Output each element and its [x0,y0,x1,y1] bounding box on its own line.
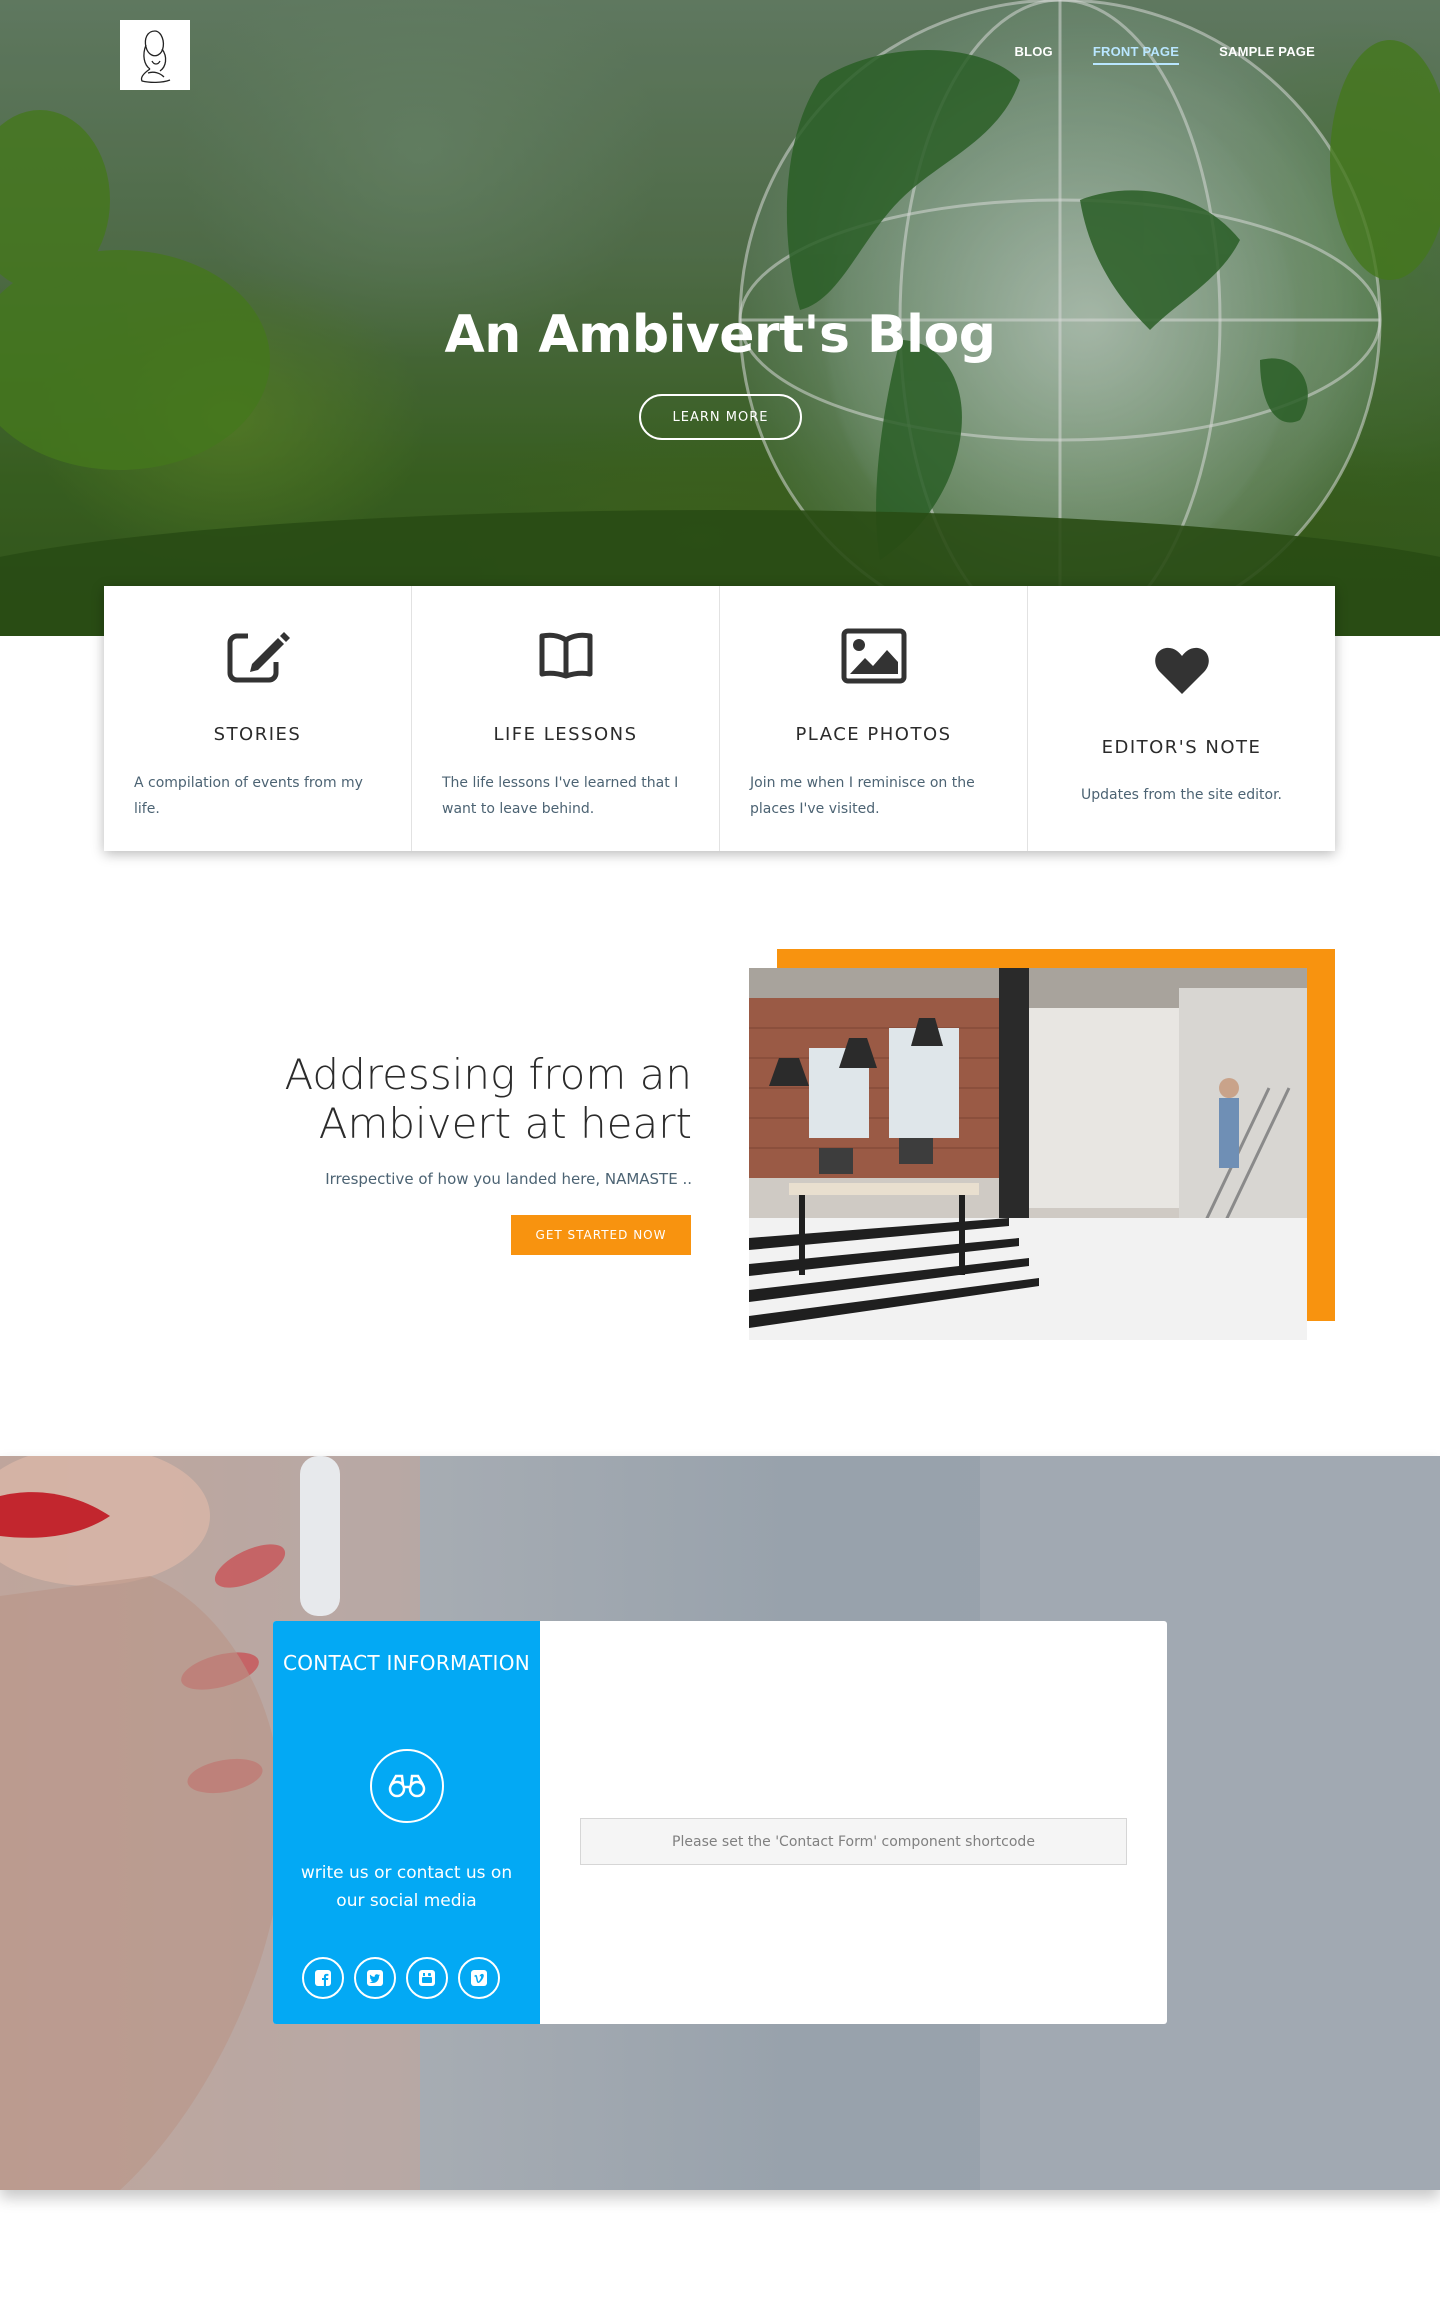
facebook-link[interactable] [302,1957,344,1999]
learn-more-button[interactable]: LEARN MORE [639,394,802,440]
site-logo[interactable] [120,20,190,90]
feature-title: STORIES [213,724,302,745]
office-photo [749,968,1307,1340]
about-title: Addressing from an Ambivert at heart [284,1050,692,1148]
nav-sample-page[interactable]: SAMPLE PAGE [1219,44,1315,65]
binoculars-icon [388,1774,426,1798]
hero-title: An Ambivert's Blog [444,305,996,365]
nav-blog[interactable]: BLOG [1015,44,1053,65]
feature-title: LIFE LESSONS [493,724,638,745]
main-nav: BLOG FRONT PAGE SAMPLE PAGE [1015,44,1316,65]
twitter-icon [367,1970,383,1986]
feature-card-place-photos[interactable]: PLACE PHOTOS Join me when I reminisce on… [720,586,1028,851]
facebook-icon [315,1970,331,1986]
contact-form-placeholder: Please set the 'Contact Form' component … [580,1818,1127,1865]
feature-title: EDITOR'S NOTE [1101,737,1262,758]
feature-description: Updates from the site editor. [1080,787,1282,803]
contact-card: CONTACT INFORMATION write us or contact … [273,1621,1167,2024]
vimeo-link[interactable] [458,1957,500,1999]
feature-title: PLACE PHOTOS [795,724,952,745]
youtube-icon [419,1970,435,1986]
youtube-link[interactable] [406,1957,448,1999]
feature-card-life-lessons[interactable]: LIFE LESSONS The life lessons I've learn… [412,586,720,851]
woman-sketch-logo-icon [140,30,171,84]
get-started-button[interactable]: GET STARTED NOW [511,1215,691,1255]
feature-card-editors-note[interactable]: EDITOR'S NOTE Updates from the site edit… [1028,586,1335,851]
twitter-link[interactable] [354,1957,396,1999]
contact-title: CONTACT INFORMATION [282,1651,531,1675]
contact-text: write us or contact us on our social med… [300,1863,513,1911]
vimeo-icon [471,1970,487,1986]
features-section: STORIES A compilation of events from my … [104,586,1335,851]
feature-description: A compilation of events from my life. [134,775,363,817]
feature-description: Join me when I reminisce on the places I… [750,775,975,817]
feature-card-stories[interactable]: STORIES A compilation of events from my … [104,586,412,851]
book-icon [539,632,592,679]
image-icon [841,628,906,684]
nav-front-page[interactable]: FRONT PAGE [1092,44,1180,65]
feature-description: The life lessons I've learned that I wan… [442,775,679,817]
contact-info-panel: CONTACT INFORMATION write us or contact … [273,1621,540,2024]
edit-icon [227,628,290,683]
social-links [302,1957,500,1999]
hero-section: BLOG FRONT PAGE SAMPLE PAGE An Ambivert'… [0,0,1440,636]
heart-icon [1154,647,1209,694]
about-subtitle: Irrespective of how you landed here, NAM… [325,1170,692,1188]
